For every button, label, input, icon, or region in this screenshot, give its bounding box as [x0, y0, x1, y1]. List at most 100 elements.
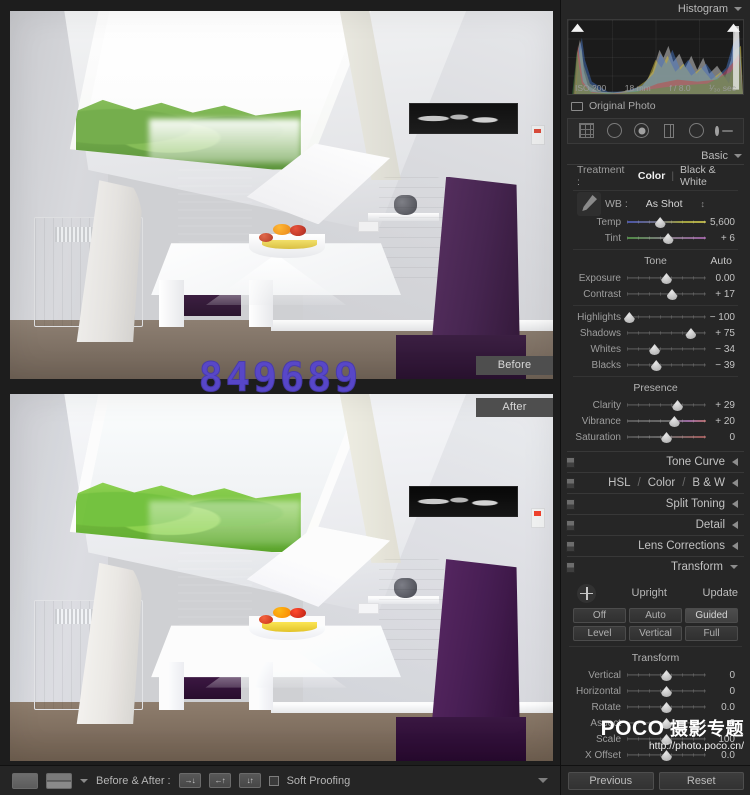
saturation-track[interactable] — [627, 429, 706, 445]
previous-button[interactable]: Previous — [568, 771, 654, 790]
slider-temp[interactable]: Temp 5,600 — [571, 214, 740, 230]
shadows-track[interactable] — [627, 325, 706, 341]
vibrance-handle[interactable] — [668, 416, 680, 427]
whites-handle[interactable] — [649, 344, 661, 355]
panel-tone-curve[interactable]: Tone Curve — [566, 451, 744, 472]
vibrance-track[interactable] — [627, 413, 706, 429]
slider-blacks[interactable]: Blacks − 39 — [571, 357, 740, 373]
auto-tone-button[interactable]: Auto — [710, 253, 732, 270]
after-photo[interactable]: After — [10, 394, 553, 761]
shadows-handle[interactable] — [685, 328, 697, 339]
vertical-handle[interactable] — [661, 670, 672, 681]
temp-handle[interactable] — [654, 217, 666, 228]
chevron-down-icon[interactable] — [730, 565, 738, 569]
panel-detail[interactable]: Detail — [566, 514, 744, 535]
chevron-down-icon[interactable] — [734, 153, 742, 158]
panel-lens-corrections[interactable]: Lens Corrections — [566, 535, 744, 556]
rotate-handle[interactable] — [661, 702, 672, 713]
hsl-label[interactable]: HSL — [608, 477, 630, 489]
tint-track[interactable] — [627, 230, 706, 246]
radial-filter-icon[interactable] — [688, 122, 706, 140]
upright-vertical-button[interactable]: Vertical — [629, 626, 682, 641]
upright-level-button[interactable]: Level — [573, 626, 626, 641]
slider-highlights[interactable]: Highlights − 100 — [571, 309, 740, 325]
upright-update-button[interactable]: Update — [703, 587, 738, 599]
saturation-handle[interactable] — [661, 432, 672, 443]
slider-whites[interactable]: Whites − 34 — [571, 341, 740, 357]
panel-hsl-color-bw[interactable]: HSL / Color / B & W — [566, 472, 744, 493]
color-label[interactable]: Color — [648, 477, 675, 489]
slider-rotate[interactable]: Rotate 0.0 — [571, 699, 740, 715]
upright-auto-button[interactable]: Auto — [629, 608, 682, 623]
panel-split-toning[interactable]: Split Toning — [566, 493, 744, 514]
slider-saturation[interactable]: Saturation 0 — [571, 429, 740, 445]
toolbar-collapse-chevron-icon[interactable] — [538, 778, 548, 783]
clarity-track[interactable] — [627, 397, 706, 413]
histogram-chart[interactable]: ISO 200 18 mm f / 8.0 ¹⁄₃₀ sec — [567, 19, 744, 95]
reset-button[interactable]: Reset — [658, 771, 744, 790]
exposure-track[interactable] — [627, 270, 706, 286]
copy-before-settings-button[interactable]: →↓ — [178, 773, 201, 788]
chevron-left-icon[interactable] — [732, 542, 738, 550]
hsl-enable-switch[interactable] — [566, 478, 575, 489]
chevron-left-icon[interactable] — [732, 458, 738, 466]
before-photo-pane[interactable]: Before — [0, 0, 560, 383]
contrast-handle[interactable] — [666, 289, 678, 300]
loupe-view-icon[interactable] — [12, 772, 38, 789]
slider-exposure[interactable]: Exposure 0.00 — [571, 270, 740, 286]
slider-vibrance[interactable]: Vibrance + 20 — [571, 413, 740, 429]
white-balance-selector-icon[interactable] — [577, 192, 601, 216]
clarity-handle[interactable] — [672, 400, 684, 411]
bw-label[interactable]: B & W — [692, 477, 725, 489]
exposure-handle[interactable] — [661, 273, 672, 284]
chevron-left-icon[interactable] — [732, 521, 738, 529]
basic-panel-header[interactable]: Basic — [561, 147, 750, 164]
red-eye-correction-icon[interactable] — [633, 122, 651, 140]
detail-enable-switch[interactable] — [566, 520, 575, 531]
temp-track[interactable] — [627, 214, 706, 230]
adjustment-brush-icon[interactable] — [715, 122, 734, 140]
vertical-track[interactable] — [627, 667, 706, 683]
copy-after-settings-button[interactable]: ←↑ — [208, 773, 231, 788]
panel-transform-header[interactable]: Transform — [566, 556, 744, 577]
x-offset-handle[interactable] — [661, 750, 672, 761]
split-toning-enable-switch[interactable] — [566, 499, 575, 510]
slider-horizontal[interactable]: Horizontal 0 — [571, 683, 740, 699]
histogram-panel-header[interactable]: Histogram — [561, 0, 750, 17]
tint-handle[interactable] — [662, 233, 674, 244]
blacks-handle[interactable] — [650, 360, 662, 371]
highlights-track[interactable] — [623, 309, 706, 325]
upright-crosshair-icon[interactable] — [577, 583, 596, 603]
tone-curve-enable-switch[interactable] — [566, 457, 575, 468]
soft-proofing-checkbox[interactable] — [268, 775, 279, 786]
chevron-left-icon[interactable] — [732, 500, 738, 508]
contrast-track[interactable] — [627, 286, 706, 302]
graduated-filter-icon[interactable] — [660, 122, 678, 140]
treatment-bw-button[interactable]: Black & White — [680, 164, 740, 188]
before-photo[interactable]: Before — [10, 11, 553, 379]
swap-before-after-button[interactable]: ↓↑ — [238, 773, 261, 788]
wb-stepper-icon[interactable]: ↕ — [701, 199, 706, 209]
horizontal-handle[interactable] — [661, 686, 672, 697]
chevron-down-icon[interactable] — [734, 6, 742, 11]
after-photo-pane[interactable]: After — [0, 383, 560, 765]
view-mode-chevron-down-icon[interactable] — [80, 778, 88, 783]
original-photo-row[interactable]: Original Photo — [561, 95, 750, 116]
blacks-track[interactable] — [627, 357, 706, 373]
spot-removal-icon[interactable] — [605, 122, 623, 140]
upright-off-button[interactable]: Off — [573, 608, 626, 623]
upright-full-button[interactable]: Full — [685, 626, 738, 641]
upright-guided-button[interactable]: Guided — [685, 608, 738, 623]
rotate-track[interactable] — [627, 699, 706, 715]
before-after-view-icon[interactable] — [46, 772, 72, 789]
whites-track[interactable] — [627, 341, 706, 357]
crop-overlay-icon[interactable] — [578, 122, 596, 140]
wb-preset-value[interactable]: As Shot — [646, 198, 683, 210]
slider-contrast[interactable]: Contrast + 17 — [571, 286, 740, 302]
lens-corrections-enable-switch[interactable] — [566, 541, 575, 552]
chevron-left-icon[interactable] — [732, 479, 738, 487]
transform-enable-switch[interactable] — [566, 562, 575, 573]
slider-shadows[interactable]: Shadows + 75 — [571, 325, 740, 341]
treatment-color-button[interactable]: Color — [638, 170, 665, 182]
slider-vertical[interactable]: Vertical 0 — [571, 667, 740, 683]
